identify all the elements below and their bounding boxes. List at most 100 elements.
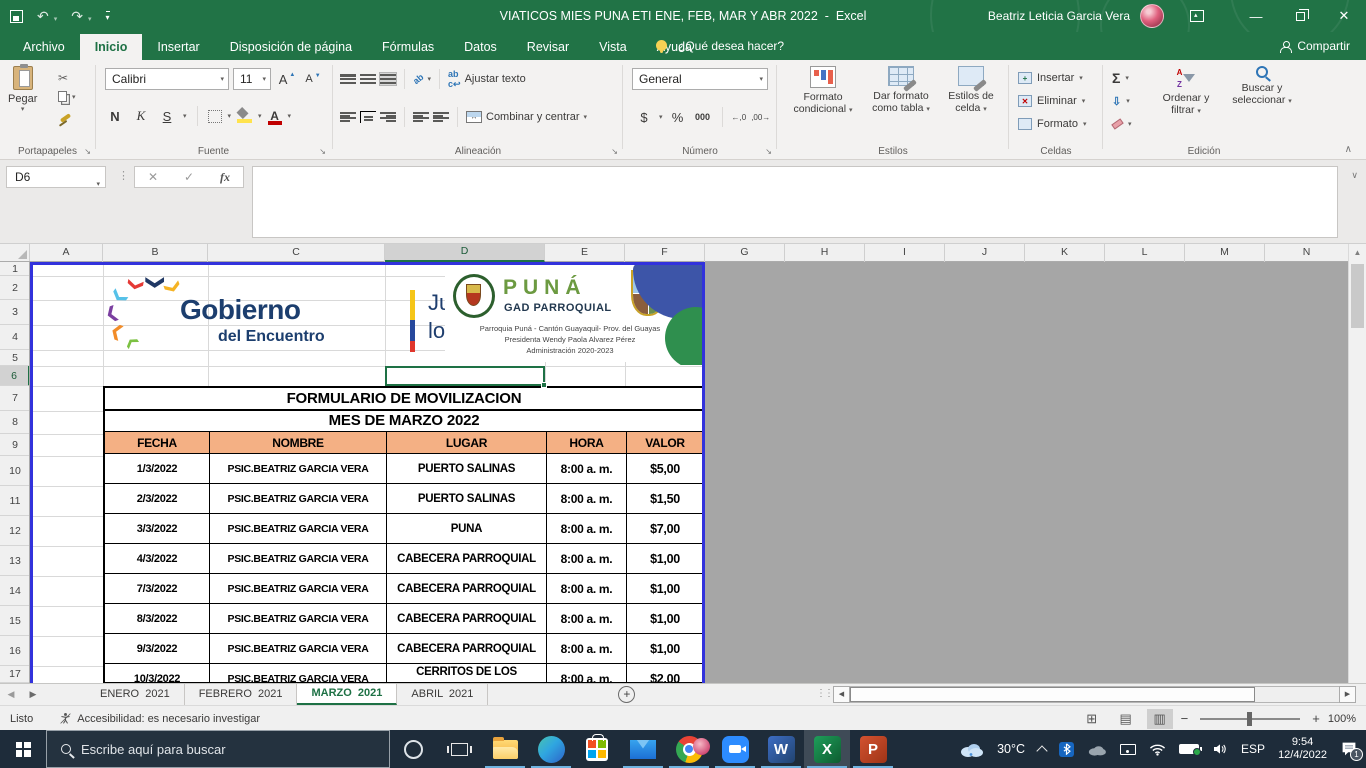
cell[interactable]: $1,50 <box>626 483 703 513</box>
new-sheet-button[interactable]: + <box>618 686 635 703</box>
column-header[interactable]: I <box>865 244 945 262</box>
column-header[interactable]: L <box>1105 244 1185 262</box>
mail-button[interactable] <box>620 730 666 768</box>
wifi-icon[interactable] <box>1149 743 1166 756</box>
cell[interactable]: 8/3/2022 <box>105 603 209 633</box>
cell[interactable]: CABECERA PARROQUIAL <box>386 603 546 633</box>
row-header[interactable]: 3 <box>0 300 30 325</box>
copy-button[interactable]: ▾ <box>58 87 76 106</box>
align-middle-button[interactable] <box>360 73 376 85</box>
user-name[interactable]: Beatriz Leticia Garcia Vera <box>988 9 1130 23</box>
zoom-slider-thumb[interactable] <box>1247 712 1252 726</box>
taskbar-search-input[interactable]: Escribe aquí para buscar <box>46 730 390 768</box>
powerpoint-button[interactable]: P <box>850 730 896 768</box>
formula-input[interactable] <box>252 166 1338 238</box>
page-break-view-button[interactable]: ▥ <box>1147 709 1173 729</box>
cell[interactable]: 8:00 a. m. <box>546 633 626 663</box>
cancel-entry-icon[interactable]: ✕ <box>148 170 158 184</box>
tab-inicio[interactable]: Inicio <box>80 34 143 60</box>
header-cell[interactable]: FECHA <box>105 431 209 453</box>
column-header[interactable]: C <box>208 244 385 262</box>
insert-function-icon[interactable]: fx <box>220 170 230 185</box>
header-cell[interactable]: LUGAR <box>386 431 546 453</box>
avatar[interactable] <box>1140 4 1164 28</box>
sheet-nav-right-icon[interactable]: ▶ <box>22 684 44 705</box>
cell[interactable]: PUERTO SALINAS <box>386 483 546 513</box>
cell[interactable]: $1,00 <box>626 543 703 573</box>
font-color-icon[interactable]: A <box>268 109 282 124</box>
selected-cell-d6[interactable] <box>385 366 545 386</box>
align-right-button[interactable] <box>380 111 396 123</box>
column-header-selected[interactable]: D <box>385 244 545 262</box>
weather-icon[interactable] <box>960 741 984 757</box>
form-subtitle[interactable]: MES DE MARZO 2022 <box>105 411 703 431</box>
merge-center-button[interactable]: Combinar y centrar <box>486 111 580 123</box>
cell[interactable]: PSIC.BEATRIZ GARCIA VERA <box>209 603 386 633</box>
header-cell[interactable]: NOMBRE <box>209 431 386 453</box>
taskbar-clock[interactable]: 9:54 12/4/2022 <box>1278 736 1327 762</box>
font-size-select[interactable]: 11▾ <box>233 68 271 90</box>
tab-formulas[interactable]: Fórmulas <box>367 34 449 60</box>
font-color-dropdown-icon[interactable]: ▾ <box>288 112 292 120</box>
vertical-scrollbar[interactable]: ▲ <box>1348 244 1366 683</box>
find-select-button[interactable]: Buscar y seleccionar ▾ <box>1222 66 1302 108</box>
column-header[interactable]: E <box>545 244 625 262</box>
column-header[interactable]: K <box>1025 244 1105 262</box>
cell[interactable]: 4/3/2022 <box>105 543 209 573</box>
horizontal-scroll-thumb[interactable] <box>850 687 1255 702</box>
number-format-select[interactable]: General▾ <box>632 68 768 90</box>
file-explorer-button[interactable] <box>482 730 528 768</box>
accessibility-status[interactable]: Accesibilidad: es necesario investigar <box>59 712 260 725</box>
sheet-tab-enero[interactable]: ENERO 2021 <box>86 684 185 705</box>
fill-color-dropdown-icon[interactable]: ▾ <box>258 112 262 120</box>
orientation-dropdown-icon[interactable]: ▾ <box>428 75 432 83</box>
bluetooth-icon[interactable] <box>1059 742 1074 757</box>
wrap-text-button[interactable]: Ajustar texto <box>465 73 526 85</box>
fill-color-icon[interactable] <box>237 109 252 123</box>
horizontal-scroll-track[interactable] <box>850 686 1339 703</box>
column-header[interactable]: H <box>785 244 865 262</box>
fill-handle[interactable] <box>541 382 547 388</box>
word-button[interactable]: W <box>758 730 804 768</box>
clear-button[interactable]: ▾ <box>1112 114 1132 134</box>
fill-button[interactable]: ⇩▾ <box>1112 91 1130 111</box>
minimize-button[interactable]: — <box>1234 0 1278 32</box>
cell[interactable]: PSIC.BEATRIZ GARCIA VERA <box>209 513 386 543</box>
insert-cells-button[interactable]: + Insertar▾ <box>1018 68 1083 88</box>
percent-format-button[interactable]: % <box>668 106 688 128</box>
bold-button[interactable]: N <box>105 105 125 127</box>
column-header[interactable]: N <box>1265 244 1348 262</box>
row-header[interactable]: 12 <box>0 516 30 546</box>
confirm-entry-icon[interactable]: ✓ <box>184 170 194 184</box>
tab-revisar[interactable]: Revisar <box>512 34 584 60</box>
cell[interactable]: PUNA <box>386 513 546 543</box>
select-all-corner[interactable] <box>0 244 30 261</box>
cell[interactable]: 8:00 a. m. <box>546 513 626 543</box>
dialog-launcher-icon[interactable]: ↘ <box>319 147 326 156</box>
cell[interactable]: $1,00 <box>626 573 703 603</box>
cortana-button[interactable] <box>390 730 436 768</box>
font-family-select[interactable]: Calibri▾ <box>105 68 229 90</box>
thousands-format-button[interactable]: 000 <box>693 106 713 128</box>
language-indicator[interactable]: ESP <box>1241 742 1265 756</box>
format-cells-button[interactable]: Formato▾ <box>1018 114 1086 134</box>
tab-disposicion[interactable]: Disposición de página <box>215 34 367 60</box>
cell[interactable]: $1,00 <box>626 603 703 633</box>
tell-me-search[interactable]: ¿Qué desea hacer? <box>678 32 784 60</box>
delete-cells-button[interactable]: ✕ Eliminar▾ <box>1018 91 1085 111</box>
decrease-indent-button[interactable] <box>413 111 429 123</box>
scroll-left-icon[interactable]: ◀ <box>833 686 850 703</box>
edge-button[interactable] <box>528 730 574 768</box>
cell[interactable]: CABECERA PARROQUIAL <box>386 543 546 573</box>
cell[interactable]: 3/3/2022 <box>105 513 209 543</box>
header-cell[interactable]: VALOR <box>626 431 703 453</box>
cell[interactable]: CABECERA PARROQUIAL <box>386 573 546 603</box>
dialog-launcher-icon[interactable]: ↘ <box>765 147 772 156</box>
restore-button[interactable] <box>1278 0 1322 32</box>
cell[interactable]: CABECERA PARROQUIAL <box>386 633 546 663</box>
temperature[interactable]: 30°C <box>997 742 1025 756</box>
tab-insertar[interactable]: Insertar <box>142 34 214 60</box>
align-top-button[interactable] <box>340 73 356 85</box>
onedrive-icon[interactable] <box>1087 743 1107 756</box>
column-header[interactable]: G <box>705 244 785 262</box>
